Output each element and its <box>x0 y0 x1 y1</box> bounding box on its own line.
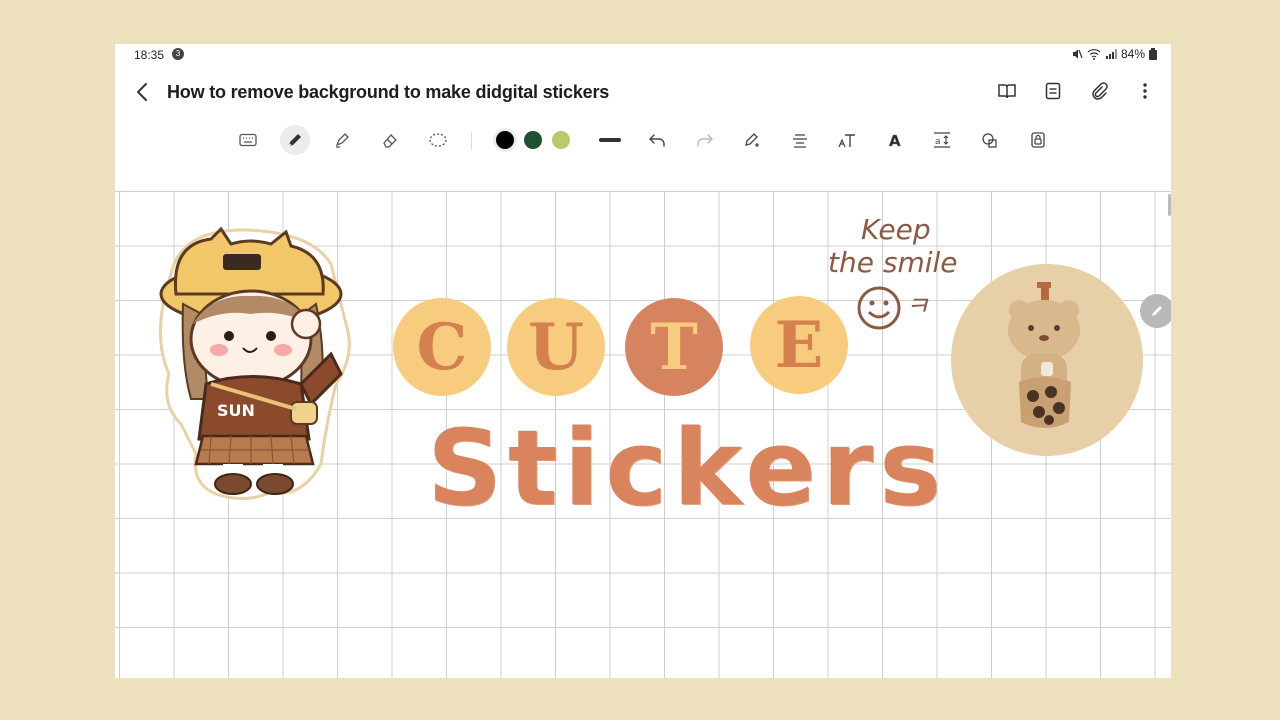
letter-e-text: E <box>774 307 824 383</box>
cute-letter-u[interactable]: U <box>507 298 605 396</box>
svg-text:a: a <box>935 137 941 147</box>
paperclip-icon <box>1092 82 1108 100</box>
tablet-screen: 18:35 3 84% How to remove background to … <box>115 44 1171 678</box>
lasso-button[interactable] <box>423 125 453 155</box>
note-hangul[interactable]: ㅋ <box>905 294 929 320</box>
eraser-button[interactable] <box>375 125 405 155</box>
text-align-button[interactable] <box>785 125 815 155</box>
document-title: How to remove background to make didgita… <box>167 82 610 102</box>
svg-text:A: A <box>889 132 901 149</box>
text-align-icon <box>793 134 807 148</box>
letter-u-text: U <box>528 309 584 385</box>
letter-t-text: T <box>650 309 698 385</box>
swatch-dark-green[interactable] <box>524 131 542 149</box>
redo-button[interactable] <box>690 125 720 155</box>
svg-text:SUN: SUN <box>217 401 255 420</box>
stroke-width-icon <box>599 138 621 142</box>
battery-level: 84% <box>1120 47 1145 61</box>
note-the-smile[interactable]: the smile <box>828 249 958 277</box>
pencil-icon <box>1152 306 1162 316</box>
swatch-black-selected[interactable] <box>493 128 517 152</box>
back-button[interactable] <box>133 81 153 103</box>
smiley-face-icon[interactable] <box>855 284 903 332</box>
girl-sticker[interactable]: SUN <box>151 224 361 504</box>
cute-letter-e[interactable]: E <box>750 296 848 394</box>
eraser-icon <box>383 134 397 148</box>
more-options-button[interactable] <box>1135 80 1155 102</box>
undo-icon <box>649 134 665 147</box>
wifi-icon <box>1087 49 1101 60</box>
toolbar-separator <box>471 132 472 150</box>
status-icons: 84% <box>1071 47 1157 61</box>
attach-button[interactable] <box>1089 80 1109 102</box>
document-icon <box>1045 82 1061 100</box>
highlighter-button[interactable] <box>327 125 357 155</box>
lasso-icon <box>429 133 447 147</box>
text-style-button[interactable]: A <box>880 125 910 155</box>
text-size-icon: a <box>934 132 950 148</box>
redo-icon <box>697 134 713 147</box>
notification-badge: 3 <box>172 48 184 60</box>
lock-button[interactable] <box>1023 125 1053 155</box>
battery-icon <box>1149 48 1157 60</box>
more-vertical-icon <box>1143 83 1147 99</box>
scrollbar-thumb[interactable] <box>1168 194 1171 216</box>
shapes-button[interactable] <box>975 125 1005 155</box>
signal-icon <box>1105 49 1117 59</box>
swatch-light-green[interactable] <box>552 131 570 149</box>
title-bar: How to remove background to make didgita… <box>115 68 1171 116</box>
floating-pen-button[interactable] <box>1140 294 1171 328</box>
text-button[interactable] <box>832 125 862 155</box>
text-style-icon: A <box>889 132 902 149</box>
pen-settings-button[interactable] <box>737 125 767 155</box>
book-view-button[interactable] <box>997 80 1017 102</box>
pen-settings-icon <box>745 133 759 147</box>
shapes-icon <box>982 133 997 148</box>
lock-icon <box>1031 132 1045 148</box>
book-icon <box>998 84 1016 99</box>
chevron-left-icon <box>137 83 147 101</box>
text-size-button[interactable]: a <box>927 125 957 155</box>
drawing-toolbar: A a <box>115 120 1171 160</box>
stickers-handwriting[interactable]: Stickers <box>427 416 947 520</box>
letter-c-text: C <box>416 309 468 385</box>
undo-button[interactable] <box>642 125 672 155</box>
status-bar: 18:35 3 84% <box>115 44 1171 66</box>
mute-icon <box>1072 49 1083 59</box>
stroke-width-button[interactable] <box>595 125 625 155</box>
page-view-button[interactable] <box>1043 80 1063 102</box>
status-time: 18:35 <box>134 48 165 62</box>
swatch-black-dot <box>496 131 514 149</box>
cute-letter-t[interactable]: T <box>625 298 723 396</box>
cute-letter-c[interactable]: C <box>393 298 491 396</box>
keyboard-button[interactable] <box>233 125 263 155</box>
highlighter-icon <box>335 133 349 148</box>
title-actions <box>997 80 1155 102</box>
pen-tool-button[interactable] <box>280 125 310 155</box>
hat-badge <box>223 254 261 270</box>
text-icon <box>838 134 855 148</box>
note-keep[interactable]: Keep <box>861 216 931 244</box>
bear-boba-sticker[interactable] <box>949 262 1145 458</box>
pen-icon <box>288 134 301 147</box>
keyboard-icon <box>239 133 257 147</box>
